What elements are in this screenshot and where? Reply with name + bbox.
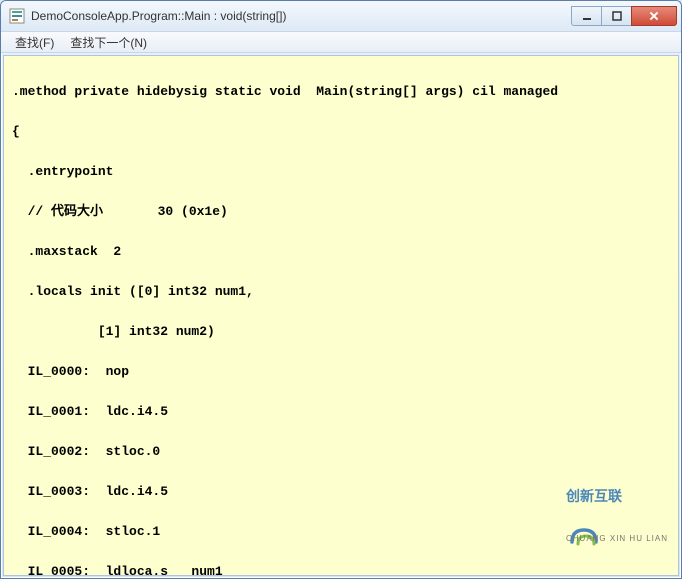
code-line: // 代码大小 30 (0x1e) [12,202,670,222]
app-icon [9,8,25,24]
titlebar[interactable]: DemoConsoleApp.Program::Main : void(stri… [1,1,681,31]
code-line: .locals init ([0] int32 num1, [12,282,670,302]
code-line: .maxstack 2 [12,242,670,262]
maximize-button[interactable] [601,6,631,26]
close-button[interactable] [631,6,677,26]
code-line: IL_0002: stloc.0 [12,442,670,462]
window-controls [571,6,677,26]
minimize-button[interactable] [571,6,601,26]
app-window: DemoConsoleApp.Program::Main : void(stri… [0,0,682,579]
code-line: [1] int32 num2) [12,322,670,342]
menu-find[interactable]: 查找(F) [7,32,62,53]
code-line: IL_0001: ldc.i4.5 [12,402,670,422]
watermark-logo-icon [506,502,538,534]
menu-find-next[interactable]: 查找下一个(N) [62,32,155,53]
watermark: 创新互联 CHUANG XIN HU LIAN [506,466,668,569]
code-line: .method private hidebysig static void Ma… [12,82,670,102]
menubar: 查找(F) 查找下一个(N) [1,31,681,53]
code-line: { [12,122,670,142]
watermark-text: 创新互联 CHUANG XIN HU LIAN [542,466,668,569]
code-line: IL_0000: nop [12,362,670,382]
code-line: .entrypoint [12,162,670,182]
code-viewer[interactable]: .method private hidebysig static void Ma… [3,55,679,576]
window-title: DemoConsoleApp.Program::Main : void(stri… [31,9,571,23]
